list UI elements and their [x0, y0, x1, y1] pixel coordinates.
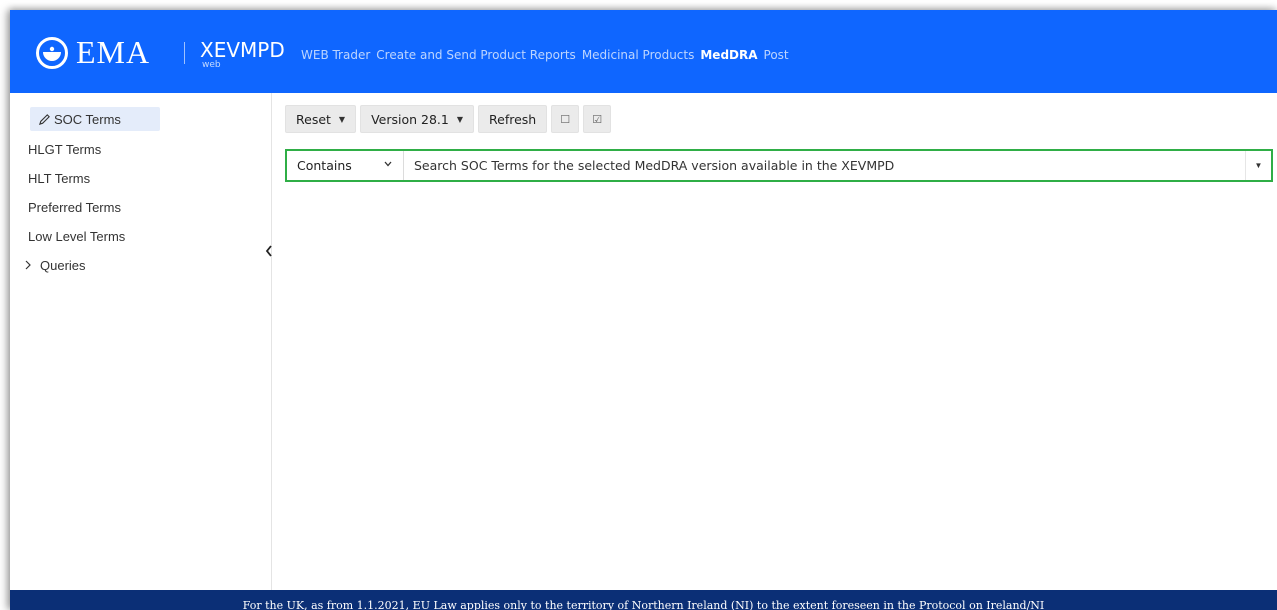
nav-create-send-reports[interactable]: Create and Send Product Reports — [376, 48, 576, 62]
sidebar-item-label: Preferred Terms — [28, 199, 121, 215]
sidebar-item-queries[interactable]: Queries — [22, 253, 86, 277]
refresh-label: Refresh — [489, 111, 537, 127]
ema-logo-icon[interactable] — [36, 37, 68, 69]
search-mode-value: Contains — [297, 158, 352, 173]
version-label: Version 28.1 — [371, 111, 449, 127]
app-window: EMA XEVMPD web WEB Trader Create and Sen… — [10, 10, 1277, 610]
nav-post[interactable]: Post — [764, 48, 789, 62]
caret-down-icon: ▼ — [338, 114, 346, 124]
footer-notice: For the UK, as from 1.1.2021, EU Law app… — [10, 590, 1277, 610]
footer-text: For the UK, as from 1.1.2021, EU Law app… — [242, 598, 1045, 610]
top-header: EMA XEVMPD web WEB Trader Create and Sen… — [10, 10, 1277, 93]
collapse-sidebar-chevron-left-icon[interactable] — [263, 242, 275, 260]
select-all-checkbox-icon[interactable]: ☑ — [583, 105, 612, 133]
sidebar-item-low-level-terms[interactable]: Low Level Terms — [28, 224, 125, 248]
toolbar: Reset ▼ Version 28.1 ▼ Refresh ☐ ☑ — [285, 105, 612, 133]
product-subtitle: web — [202, 60, 221, 70]
pencil-icon — [38, 113, 50, 125]
sidebar-item-label: Low Level Terms — [28, 228, 126, 244]
nav-web-trader[interactable]: WEB Trader — [301, 48, 370, 62]
sidebar-item-label: HLT Terms — [28, 170, 91, 186]
deselect-all-checkbox-icon[interactable]: ☐ — [551, 105, 580, 133]
search-mode-select[interactable]: Contains — [287, 151, 404, 180]
sidebar-item-hlgt-terms[interactable]: HLGT Terms — [28, 137, 101, 161]
nav-medicinal-products[interactable]: Medicinal Products — [582, 48, 695, 62]
chevron-right-icon — [25, 260, 31, 270]
refresh-button[interactable]: Refresh — [478, 105, 548, 133]
chevron-down-icon — [383, 159, 393, 172]
sidebar-item-hlt-terms[interactable]: HLT Terms — [28, 166, 90, 190]
version-dropdown-button[interactable]: Version 28.1 ▼ — [360, 105, 475, 133]
sidebar-item-label: HLGT Terms — [28, 141, 102, 157]
caret-down-icon: ▼ — [456, 114, 464, 124]
nav-meddra[interactable]: MedDRA — [700, 48, 757, 62]
sidebar: SOC Terms HLGT Terms HLT Terms Preferred… — [10, 93, 272, 590]
sidebar-item-preferred-terms[interactable]: Preferred Terms — [28, 195, 121, 219]
reset-label: Reset — [296, 111, 331, 127]
sidebar-item-label: SOC Terms — [54, 111, 121, 127]
search-bar: Contains ▼ — [285, 149, 1273, 182]
sidebar-item-label: Queries — [40, 257, 86, 273]
brand-name[interactable]: EMA — [76, 34, 150, 71]
search-input[interactable] — [404, 151, 1245, 180]
brand-divider — [184, 42, 185, 64]
product-name[interactable]: XEVMPD — [200, 38, 285, 62]
top-navigation: WEB Trader Create and Send Product Repor… — [301, 48, 795, 62]
search-dropdown-caret-icon[interactable]: ▼ — [1245, 151, 1271, 180]
reset-dropdown-button[interactable]: Reset ▼ — [285, 105, 357, 133]
sidebar-item-soc-terms[interactable]: SOC Terms — [30, 107, 160, 131]
